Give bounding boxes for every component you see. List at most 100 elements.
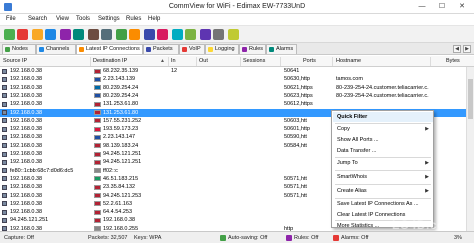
table-row[interactable]: 192.168.0.38 131.253.61.80 50612,https xyxy=(0,100,474,108)
ctx-copy[interactable]: Copy ▶ xyxy=(333,124,433,134)
scrollbar-thumb[interactable] xyxy=(468,79,473,119)
menu-tools[interactable]: Tools xyxy=(76,16,90,22)
toolbar xyxy=(0,26,474,43)
column-destination-ip[interactable]: Destination IP xyxy=(93,58,127,64)
column-divider[interactable] xyxy=(240,57,241,66)
tab-alarms[interactable]: Alarms xyxy=(266,44,297,54)
cell-source-ip: 192.168.0.38 xyxy=(10,101,43,108)
menu-search[interactable]: Search xyxy=(28,16,47,22)
maximize-button[interactable]: ☐ xyxy=(432,1,452,12)
menu-help[interactable]: Help xyxy=(148,16,160,22)
tab-latest-ip-connections[interactable]: Latest IP Connections xyxy=(76,44,143,54)
start-capture-icon[interactable] xyxy=(4,29,15,40)
column-divider[interactable] xyxy=(280,57,281,66)
column-in[interactable]: In xyxy=(171,58,176,64)
menu-view[interactable]: View xyxy=(56,16,69,22)
menu-settings[interactable]: Settings xyxy=(98,16,120,22)
filter-icon[interactable] xyxy=(73,29,84,40)
ctx-save-connections[interactable]: Save Latest IP Connections As ... xyxy=(333,199,433,209)
table-row[interactable]: 192.168.0.38 2.23.143.139 50630,http tamos.… xyxy=(0,75,474,83)
settings-icon[interactable] xyxy=(101,29,112,40)
cell-destination-ip: 80.239.254.24 xyxy=(103,84,139,91)
tab-bar: Nodes Channels Latest IP Connections Pac… xyxy=(0,43,474,55)
close-button[interactable]: ✕ xyxy=(452,1,472,12)
ctx-data-transfer[interactable]: Data Transfer ... xyxy=(333,146,433,156)
table-row[interactable]: 192.168.0.38 68.232.35.139 12 50641 xyxy=(0,67,474,75)
ctx-jump-to[interactable]: Jump To ▶ xyxy=(333,158,433,168)
cell-destination-ip: 80.239.254.24 xyxy=(103,92,139,99)
ctx-separator xyxy=(335,123,431,124)
statistics-icon[interactable] xyxy=(144,29,155,40)
column-sessions[interactable]: Sessions xyxy=(243,58,265,64)
cell-ports: 50571,htt xyxy=(284,184,307,191)
tab-nodes[interactable]: Nodes xyxy=(2,44,36,54)
submenu-arrow-icon: ▶ xyxy=(425,126,429,132)
column-divider[interactable] xyxy=(332,57,333,66)
rules-icon xyxy=(242,47,247,52)
cell-source-ip: 192.168.0.38 xyxy=(10,175,43,182)
decryption-icon[interactable] xyxy=(200,29,211,40)
minimize-button[interactable]: — xyxy=(412,1,432,12)
tab-rules[interactable]: Rules xyxy=(239,44,266,54)
tab-channels[interactable]: Channels xyxy=(36,44,76,54)
column-out[interactable]: Out xyxy=(199,58,208,64)
vertical-scrollbar[interactable] xyxy=(466,67,474,231)
computer-icon xyxy=(2,193,7,198)
cell-destination-ip: 192.168.0.38 xyxy=(103,217,136,224)
ctx-show-all-ports[interactable]: Show All Ports ... xyxy=(333,135,433,145)
column-divider[interactable] xyxy=(430,57,431,66)
column-ports[interactable]: Ports xyxy=(303,58,316,64)
tab-packets[interactable]: Packets xyxy=(143,44,179,54)
tab-logging[interactable]: Logging xyxy=(205,44,239,54)
wifi-icon[interactable] xyxy=(116,29,127,40)
cell-source-ip: 192.168.0.38 xyxy=(10,68,43,74)
tab-scroll-left-icon[interactable]: ◀ xyxy=(453,45,461,53)
table-row[interactable]: 192.168.0.38 80.239.254.24 50621,https 80-2… xyxy=(0,84,474,92)
country-flag-icon xyxy=(94,85,101,91)
column-hostname[interactable]: Hostname xyxy=(336,58,361,64)
table-row[interactable]: 192.168.0.38 80.239.254.24 50623,https 80-2… xyxy=(0,92,474,100)
country-flag-icon xyxy=(94,201,101,207)
clear-icon[interactable] xyxy=(88,29,99,40)
column-source-ip[interactable]: Source IP xyxy=(3,58,27,64)
cell-destination-ip: 46.51.183.215 xyxy=(103,175,139,182)
log-viewer-icon[interactable] xyxy=(213,29,224,40)
help-icon[interactable] xyxy=(228,29,239,40)
cell-destination-ip: 193.59.173.23 xyxy=(103,126,139,133)
cell-ports: 50590,htt xyxy=(284,134,307,141)
table-header: Source IP Destination IP ▲ In Out Sessio… xyxy=(0,56,474,67)
tab-voip[interactable]: VoIP xyxy=(179,44,205,54)
computer-icon xyxy=(2,101,7,107)
autosave-icon xyxy=(220,235,226,241)
alarms-icon xyxy=(269,47,274,52)
menu-file[interactable]: File xyxy=(6,16,16,22)
computer-icon xyxy=(2,93,7,99)
ctx-smartwhois[interactable]: SmartWhois ▶ xyxy=(333,172,433,182)
cell-source-ip: fe80::1cbb:68c7:d0d6:dc5 xyxy=(10,167,74,174)
column-divider[interactable] xyxy=(168,57,169,66)
ctx-create-alias[interactable]: Create Alias ▶ xyxy=(333,186,433,196)
column-divider[interactable] xyxy=(90,57,91,66)
open-icon[interactable] xyxy=(32,29,43,40)
tab-scroll-right-icon[interactable]: ▶ xyxy=(463,45,471,53)
cell-ports: 50641 xyxy=(284,68,300,74)
search-icon[interactable] xyxy=(60,29,71,40)
cell-in: 12 xyxy=(171,68,178,74)
packet-generator-icon[interactable] xyxy=(185,29,196,40)
column-divider[interactable] xyxy=(196,57,197,66)
save-icon[interactable] xyxy=(45,29,56,40)
country-flag-icon xyxy=(94,184,101,190)
node-reassembly-icon[interactable] xyxy=(172,29,183,40)
alarm-icon[interactable] xyxy=(129,29,140,40)
channels-icon xyxy=(39,47,44,52)
computer-icon xyxy=(2,110,7,115)
country-flag-icon xyxy=(94,76,101,82)
ctx-item-label: More Statistics ... xyxy=(337,223,380,229)
country-flag-icon xyxy=(94,176,101,182)
column-bytes[interactable]: Bytes xyxy=(446,58,460,64)
ctx-quick-filter[interactable]: Quick Filter xyxy=(333,112,433,122)
report-icon[interactable] xyxy=(157,29,168,40)
stop-capture-icon[interactable] xyxy=(17,29,28,40)
tab-label: Packets xyxy=(153,46,173,52)
menu-rules[interactable]: Rules xyxy=(126,16,141,22)
